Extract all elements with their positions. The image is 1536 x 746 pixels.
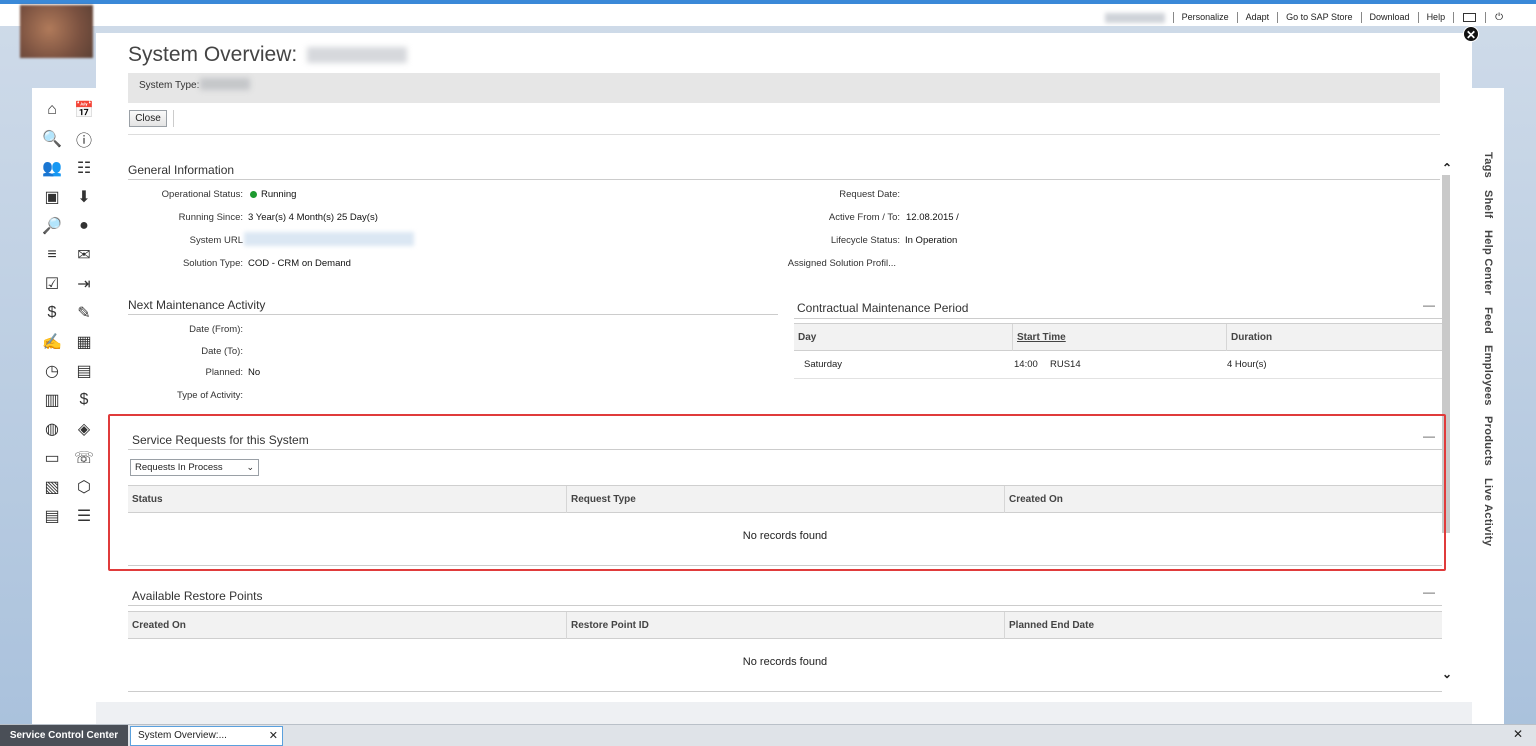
system-type-redacted: [200, 78, 250, 90]
column-planned-end-date: Planned End Date: [1004, 612, 1442, 639]
collapse-icon[interactable]: —: [1423, 429, 1435, 443]
edit-doc-icon[interactable]: ✍: [36, 330, 68, 353]
empty-message: No records found: [742, 530, 828, 542]
power-icon[interactable]: ⏻: [1485, 12, 1512, 23]
panel-footer: [96, 702, 1472, 724]
close-all-icon[interactable]: ✕: [1513, 727, 1523, 741]
checklist-icon[interactable]: ☑: [36, 272, 68, 295]
close-icon[interactable]: ✕: [269, 727, 278, 745]
planned-value: No: [248, 367, 261, 378]
home-icon[interactable]: ⌂: [36, 98, 68, 121]
contractual-table-header: Day Start Time Duration: [794, 323, 1442, 351]
collapse-icon[interactable]: —: [1423, 298, 1435, 312]
tab-products[interactable]: Products: [1482, 416, 1494, 466]
table-row-divider: [794, 378, 1442, 379]
cell-start-time: 14:00: [1014, 359, 1038, 370]
collapse-icon[interactable]: —: [1423, 585, 1435, 599]
user-name-redacted[interactable]: [1104, 12, 1165, 23]
dollar-icon[interactable]: $: [36, 301, 68, 324]
column-created-on: Created On: [132, 620, 186, 631]
close-dialog-icon[interactable]: ✕: [1463, 26, 1479, 42]
restore-points-table-header: Created On Restore Point ID Planned End …: [128, 611, 1442, 639]
cell-time-zone: RUS14: [1050, 359, 1081, 370]
solution-type-value: COD - CRM on Demand: [248, 258, 351, 269]
sap-store-link[interactable]: Go to SAP Store: [1277, 12, 1360, 23]
nav-icon-grid: ⌂ 📅 🔍 ⓘ 👥 ☷ ▣ ⬇ 🔎 ● ≡ ✉ ☑ ⇥ $ ✎ ✍ ▦ ◷ ▤ ▥ $ ◍ ◈ ▭ ☏ ▧ ⬡ ▤ ☰: [36, 98, 100, 527]
monitor-icon[interactable]: [1453, 12, 1485, 23]
tab-help-center[interactable]: Help Center: [1482, 230, 1494, 295]
divider: [128, 179, 1440, 180]
service-requests-title: Service Requests for this System: [132, 433, 309, 447]
next-maintenance-title: Next Maintenance Activity: [128, 298, 266, 312]
cell-day: Saturday: [804, 359, 843, 370]
divider: [794, 318, 1442, 319]
timesheet-icon[interactable]: ◷: [36, 359, 68, 382]
tab-feed[interactable]: Feed: [1482, 307, 1494, 334]
divider: [128, 605, 1442, 606]
column-restore-point-id: Restore Point ID: [566, 612, 1004, 639]
inspect-icon[interactable]: 🔎: [36, 214, 68, 237]
divider: [128, 449, 1442, 450]
toolbar-divider: [173, 110, 174, 127]
status-dot-icon: [250, 191, 257, 198]
product-box-icon[interactable]: ▣: [36, 185, 68, 208]
tab-shelf[interactable]: Shelf: [1482, 190, 1494, 218]
left-navigation: ⌂ 📅 🔍 ⓘ 👥 ☷ ▣ ⬇ 🔎 ● ≡ ✉ ☑ ⇥ $ ✎ ✍ ▦ ◷ ▤ ▥ $ ◍ ◈ ▭ ☏ ▧ ⬡ ▤ ☰: [32, 88, 96, 724]
org-people-icon[interactable]: 👥: [36, 156, 68, 179]
document-icon[interactable]: ▥: [36, 388, 68, 411]
tab-employees[interactable]: Employees: [1482, 345, 1494, 406]
tab-tags[interactable]: Tags: [1482, 152, 1494, 178]
empty-message: No records found: [742, 656, 828, 668]
active-from-value: 12.08.2015 /: [906, 212, 959, 223]
personalize-link[interactable]: Personalize: [1172, 12, 1237, 23]
general-info-title: General Information: [128, 163, 235, 177]
restore-points-title: Available Restore Points: [132, 589, 263, 603]
close-button[interactable]: Close: [129, 110, 167, 127]
scroll-up-icon[interactable]: ⌃: [1442, 161, 1452, 175]
adapt-link[interactable]: Adapt: [1236, 12, 1278, 23]
taskbar: Service Control Center System Overview:.…: [0, 724, 1536, 746]
system-type-band: System Type:: [128, 73, 1440, 103]
task-service-control-center[interactable]: Service Control Center: [0, 725, 128, 746]
header-links: Personalize Adapt Go to SAP Store Downlo…: [1104, 12, 1512, 23]
column-duration: Duration: [1226, 324, 1442, 351]
scroll-down-icon[interactable]: ⌄: [1442, 667, 1452, 681]
page-title: System Overview:: [128, 43, 408, 67]
task-system-overview[interactable]: System Overview:... ✕: [130, 726, 283, 746]
running-since-value: 3 Year(s) 4 Month(s) 25 Day(s): [248, 212, 378, 223]
column-start-time[interactable]: Start Time: [1012, 324, 1226, 351]
header-bar: Personalize Adapt Go to SAP Store Downlo…: [0, 4, 1536, 26]
divider: [128, 565, 1442, 566]
calendar-icon[interactable]: ▭: [36, 446, 68, 469]
divider: [128, 134, 1440, 135]
column-day: Day: [798, 332, 817, 343]
system-name-redacted: [307, 47, 408, 63]
column-request-type: Request Type: [566, 486, 1004, 513]
divider: [128, 314, 778, 315]
tab-live-activity[interactable]: Live Activity: [1482, 478, 1494, 546]
system-type-label: System Type:: [139, 80, 200, 91]
requests-filter-select[interactable]: Requests In Process ⌄: [130, 459, 259, 476]
contractual-title: Contractual Maintenance Period: [797, 301, 969, 315]
system-url-redacted[interactable]: [244, 232, 414, 246]
search-icon[interactable]: 🔍: [36, 127, 68, 150]
lifecycle-status-value: In Operation: [905, 235, 958, 246]
download-link[interactable]: Download: [1360, 12, 1418, 23]
globe-icon[interactable]: ◍: [36, 417, 68, 440]
user-avatar[interactable]: [20, 5, 93, 58]
chevron-down-icon: ⌄: [246, 462, 254, 472]
system-overview-panel: System Overview: System Type: Close ⌃ ⌄ …: [96, 33, 1472, 724]
clipboard-icon[interactable]: ▧: [36, 475, 68, 498]
cell-duration: 4 Hour(s): [1227, 359, 1267, 370]
help-link[interactable]: Help: [1417, 12, 1454, 23]
service-requests-table-header: Status Request Type Created On: [128, 485, 1442, 513]
right-sidebar: Tags Shelf Help Center Feed Employees Pr…: [1472, 88, 1504, 724]
doc-list-icon[interactable]: ▤: [36, 504, 68, 527]
column-status: Status: [132, 494, 163, 505]
contact-list-icon[interactable]: ≡: [36, 243, 68, 266]
operational-status-value: Running: [250, 189, 296, 200]
divider: [128, 691, 1442, 692]
column-created-on: Created On: [1004, 486, 1442, 513]
